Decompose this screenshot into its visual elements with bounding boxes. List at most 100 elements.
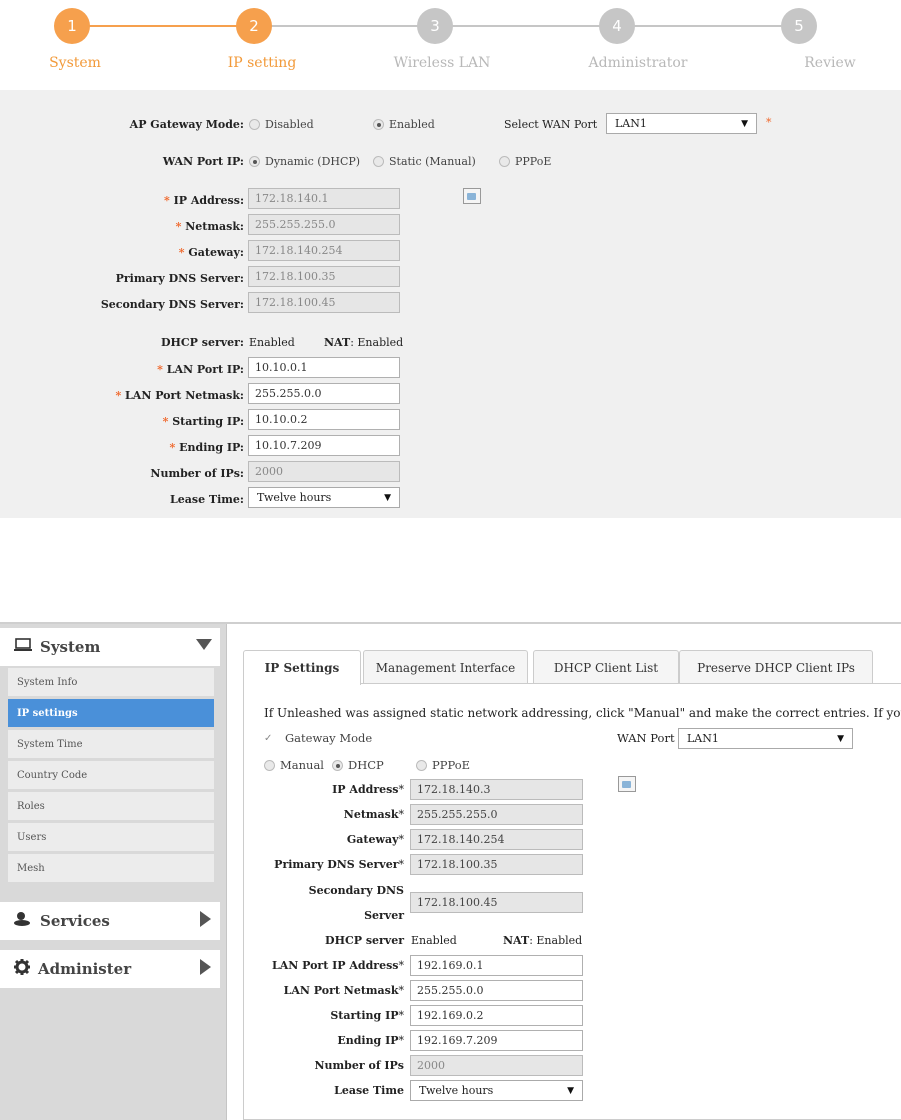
nat-status: NAT: Enabled (324, 336, 404, 349)
step-2-circle[interactable]: 2 (236, 8, 272, 44)
starting-ip-input[interactable]: 192.169.0.2 (410, 1005, 583, 1026)
chevron-right-icon[interactable] (200, 911, 212, 931)
gateway-disabled-label: Disabled (265, 118, 314, 131)
gateway-field: 172.18.140.254 (248, 240, 400, 261)
step-1-circle[interactable]: 1 (54, 8, 90, 44)
sidebar-section-administer[interactable]: Administer (0, 950, 220, 988)
lan-port-netmask-input[interactable]: 255.255.0.0 (248, 383, 400, 404)
sidebar-item-system-time[interactable]: System Time (8, 730, 214, 758)
wan-pppoe-radio[interactable]: PPPoE (499, 155, 551, 168)
lan-port-netmask-input[interactable]: 255.255.0.0 (410, 980, 583, 1001)
intro-text: If Unleashed was assigned static network… (264, 706, 901, 720)
secondary-dns-field: 172.18.100.45 (248, 292, 400, 313)
step-4-label: Administrator (588, 55, 688, 71)
sidebar-section-system[interactable]: System (0, 628, 220, 666)
lease-time-value: Twelve hours (419, 1084, 494, 1097)
gateway-label: Gateway* (346, 833, 404, 846)
starting-ip-label: Starting IP* (330, 1009, 404, 1022)
dhcp-server-value: Enabled (411, 934, 457, 947)
netmask-label: Netmask* (343, 808, 404, 821)
sidebar-item-users[interactable]: Users (8, 823, 214, 851)
manual-radio[interactable]: Manual (264, 758, 324, 772)
number-of-ips-field: 2000 (248, 461, 400, 482)
sidebar-item-country-code[interactable]: Country Code (8, 761, 214, 789)
main-content: IP Settings Management Interface DHCP Cl… (228, 624, 901, 1120)
laptop-icon (14, 638, 32, 656)
gear-icon (14, 959, 30, 979)
netmask-field: 255.255.255.0 (410, 804, 583, 825)
ending-ip-input[interactable]: 192.169.7.209 (410, 1030, 583, 1051)
wan-static-radio[interactable]: Static (Manual) (373, 155, 476, 168)
dhcp-radio[interactable]: DHCP (332, 758, 384, 772)
ip-settings-panel: If Unleashed was assigned static network… (243, 683, 901, 1120)
secondary-dns-label-line1: Secondary DNS (308, 884, 404, 897)
lan-port-ip-input[interactable]: 10.10.0.1 (248, 357, 400, 378)
wan-port-value: LAN1 (615, 117, 647, 130)
sidebar-item-ip-settings[interactable]: IP settings (8, 699, 214, 727)
gateway-field: 172.18.140.254 (410, 829, 583, 850)
sidebar-section-services[interactable]: Services (0, 902, 220, 940)
radio-icon (264, 759, 275, 771)
sidebar-item-roles[interactable]: Roles (8, 792, 214, 820)
gateway-mode-checkbox[interactable]: ✓ Gateway Mode (264, 731, 372, 745)
gateway-mode-label: Gateway Mode (285, 731, 373, 745)
dhcp-server-label: DHCP server (325, 934, 404, 947)
lease-time-label: Lease Time: (170, 493, 244, 506)
ap-gateway-mode-label: AP Gateway Mode: (129, 118, 244, 131)
netmask-label: * Netmask: (175, 220, 244, 233)
dropdown-arrow-icon: ▼ (384, 492, 391, 503)
gateway-enabled-radio[interactable]: Enabled (373, 118, 435, 131)
pppoe-label: PPPoE (432, 758, 471, 772)
tab-management-interface[interactable]: Management Interface (363, 650, 528, 684)
step-4-circle[interactable]: 4 (599, 8, 635, 44)
tab-dhcp-client-list[interactable]: DHCP Client List (533, 650, 679, 684)
secondary-dns-label-line2: Server (364, 909, 404, 922)
chevron-down-icon[interactable] (196, 639, 212, 655)
step-5-circle[interactable]: 5 (781, 8, 817, 44)
wan-port-select[interactable]: LAN1 ▼ (606, 113, 757, 134)
admin-settings-view: System System Info IP settings System Ti… (0, 622, 901, 1120)
step-3-circle[interactable]: 3 (417, 8, 453, 44)
radio-icon (416, 759, 427, 771)
secondary-dns-label: Secondary DNS Server: (100, 298, 244, 311)
step-2-label: IP setting (227, 55, 297, 71)
sidebar-item-system-info[interactable]: System Info (8, 668, 214, 696)
tab-preserve-dhcp-client-ips[interactable]: Preserve DHCP Client IPs (679, 650, 873, 684)
nat-status: NAT: Enabled (503, 934, 583, 947)
wan-port-select[interactable]: LAN1 ▼ (678, 728, 853, 749)
tab-ip-settings[interactable]: IP Settings (243, 650, 361, 685)
select-wan-port-label: Select WAN Port (504, 118, 598, 131)
broken-image-icon (618, 776, 636, 792)
progress-line-pending (254, 25, 799, 27)
chevron-right-icon[interactable] (200, 959, 212, 979)
wan-dynamic-label: Dynamic (DHCP) (265, 155, 361, 168)
number-of-ips-label: Number of IPs (314, 1059, 404, 1072)
wan-static-label: Static (Manual) (389, 155, 476, 168)
lease-time-select[interactable]: Twelve hours ▼ (248, 487, 400, 508)
starting-ip-input[interactable]: 10.10.0.2 (248, 409, 400, 430)
dropdown-arrow-icon: ▼ (741, 118, 748, 129)
number-of-ips-label: Number of IPs: (150, 467, 244, 480)
secondary-dns-field: 172.18.100.45 (410, 892, 583, 913)
dropdown-arrow-icon: ▼ (837, 733, 844, 744)
lan-port-ip-label: * LAN Port IP: (157, 363, 244, 376)
wan-pppoe-label: PPPoE (515, 155, 552, 168)
services-icon (14, 911, 32, 931)
wan-dynamic-radio[interactable]: Dynamic (DHCP) (249, 155, 360, 168)
sidebar-item-mesh[interactable]: Mesh (8, 854, 214, 882)
radio-icon (499, 156, 510, 167)
gateway-disabled-radio[interactable]: Disabled (249, 118, 314, 131)
progress-line-done (72, 25, 254, 27)
ending-ip-input[interactable]: 10.10.7.209 (248, 435, 400, 456)
lan-port-ip-input[interactable]: 192.169.0.1 (410, 955, 583, 976)
dhcp-server-value: Enabled (249, 336, 295, 349)
setup-wizard-steps: 1 2 3 4 5 System IP setting Wireless LAN… (0, 0, 901, 90)
lease-time-select[interactable]: Twelve hours ▼ (410, 1080, 583, 1101)
radio-icon (249, 119, 260, 130)
sidebar-section-system-title: System (40, 638, 101, 656)
radio-selected-icon (373, 119, 384, 130)
step-3-label: Wireless LAN (393, 55, 491, 71)
wan-port-value: LAN1 (687, 732, 719, 745)
starting-ip-label: * Starting IP: (162, 415, 244, 428)
pppoe-radio[interactable]: PPPoE (416, 758, 470, 772)
